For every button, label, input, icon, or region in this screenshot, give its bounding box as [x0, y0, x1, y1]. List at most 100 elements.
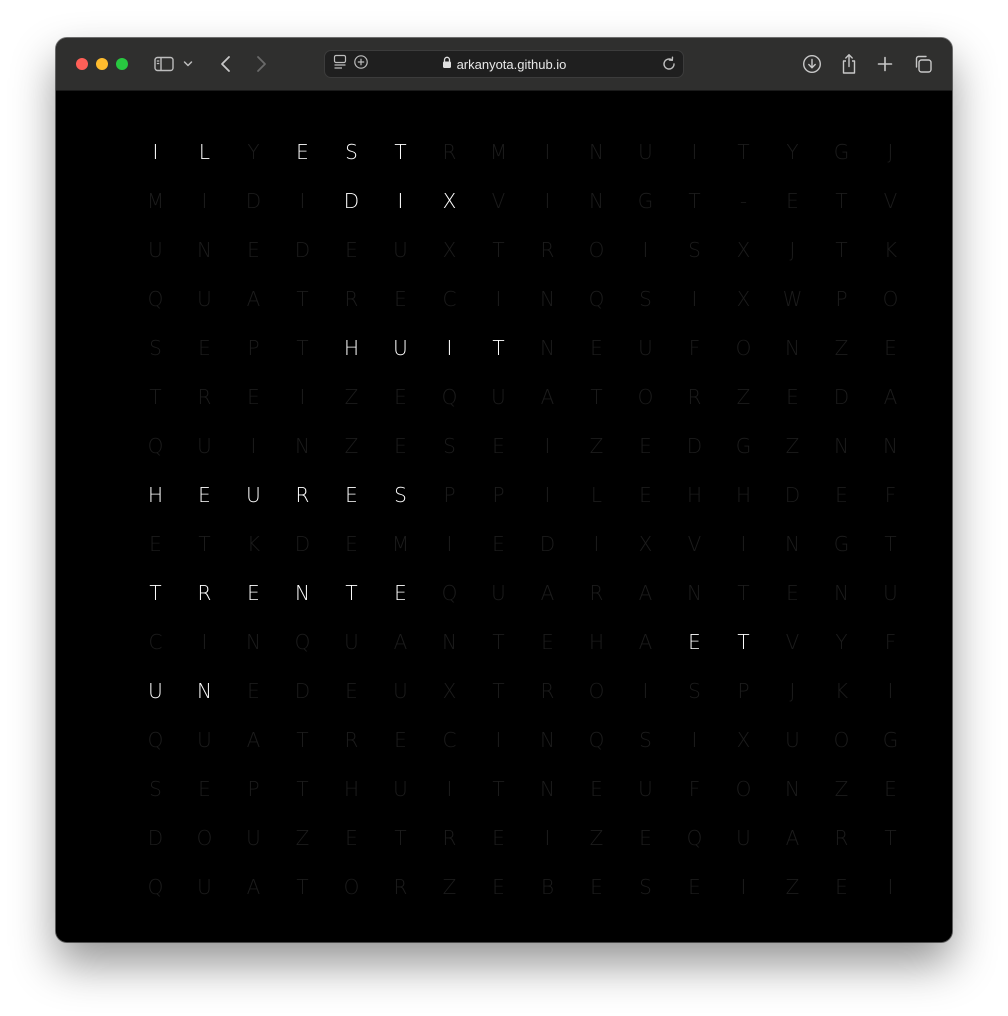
clock-letter: K [246, 531, 261, 556]
zoom-window-button[interactable] [116, 58, 128, 70]
reload-icon[interactable] [660, 55, 678, 78]
plus-icon[interactable] [873, 52, 897, 76]
clock-letter: T [688, 188, 701, 213]
clock-letter: I [201, 188, 208, 213]
clock-letter: E [492, 825, 505, 850]
sidebar-icon[interactable] [152, 52, 176, 76]
clock-letter: E [786, 384, 799, 409]
clock-letter: D [833, 384, 850, 409]
back-icon[interactable] [214, 52, 238, 76]
clock-letter: Z [589, 825, 604, 850]
clock-letter: O [196, 825, 213, 850]
address-bar[interactable]: arkanyota.github.io [324, 50, 684, 78]
clock-letter: Q [147, 286, 164, 311]
clock-letter: U [785, 727, 800, 752]
chevron-down-icon[interactable] [180, 52, 196, 76]
clock-letter: E [247, 678, 260, 703]
clock-letter: I [299, 384, 306, 409]
clock-letter: Z [442, 874, 457, 899]
clock-letter: W [782, 286, 803, 311]
clock-letter: E [639, 433, 652, 458]
clock-letter: G [833, 531, 850, 556]
clock-letter-lit: T [149, 580, 162, 605]
clock-letter-lit: S [394, 482, 407, 507]
clock-letter: M [489, 139, 508, 164]
clock-letter: O [735, 335, 752, 360]
clock-letter: N [785, 776, 800, 801]
clock-letter: T [884, 825, 897, 850]
clock-letter: A [883, 384, 898, 409]
clock-letter: U [638, 139, 653, 164]
clock-letter: E [884, 335, 897, 360]
clock-letter: E [590, 335, 603, 360]
word-clock-grid: ILYESTRMINUITYGJMIDIDIXVINGT-ETVUNEDEUXT… [131, 127, 915, 911]
clock-letter-lit: E [247, 580, 260, 605]
download-icon[interactable] [800, 52, 824, 76]
clock-letter: G [735, 433, 752, 458]
clock-letter: Z [834, 776, 849, 801]
clock-letter: T [492, 629, 505, 654]
clock-letter: I [446, 531, 453, 556]
clock-letter: E [835, 482, 848, 507]
clock-letter: X [736, 237, 751, 262]
clock-letter: G [882, 727, 899, 752]
clock-letter: E [247, 237, 260, 262]
clock-letter: R [834, 825, 849, 850]
clock-letter-lit: E [296, 139, 309, 164]
clock-letter: J [887, 139, 894, 164]
clock-letter-lit: H [147, 482, 164, 507]
close-window-button[interactable] [76, 58, 88, 70]
clock-letter: Y [786, 139, 799, 164]
url-text[interactable]: arkanyota.github.io [457, 57, 567, 72]
clock-letter: E [345, 237, 358, 262]
clock-letter: N [540, 776, 555, 801]
clock-letter: E [345, 531, 358, 556]
clock-letter-lit: E [688, 629, 701, 654]
clock-letter-lit: U [393, 335, 408, 360]
clock-letter: U [736, 825, 751, 850]
clock-letter: T [835, 237, 848, 262]
clock-letter: I [250, 433, 257, 458]
clock-letter: A [540, 580, 555, 605]
clock-letter: D [294, 237, 311, 262]
clock-letter: S [149, 776, 162, 801]
clock-letter: Z [785, 874, 800, 899]
clock-letter-lit: E [345, 482, 358, 507]
clock-letter: E [345, 825, 358, 850]
clock-letter: F [688, 776, 701, 801]
clock-letter-lit: R [197, 580, 212, 605]
clock-letter: C [442, 727, 457, 752]
tabs-icon[interactable] [911, 52, 935, 76]
clock-letter: E [394, 384, 407, 409]
clock-letter: T [296, 776, 309, 801]
clock-letter: E [394, 727, 407, 752]
clock-letter: B [540, 874, 555, 899]
clock-letter: E [198, 335, 211, 360]
clock-letter-lit: U [246, 482, 261, 507]
clock-letter: F [884, 629, 897, 654]
clock-letter: N [834, 433, 849, 458]
clock-letter: U [197, 433, 212, 458]
clock-letter-lit: R [295, 482, 310, 507]
clock-letter: N [442, 629, 457, 654]
clock-letter: I [691, 727, 698, 752]
clock-letter: Q [147, 874, 164, 899]
clock-letter: E [345, 678, 358, 703]
clock-letter: R [197, 384, 212, 409]
clock-letter: A [638, 580, 653, 605]
clock-letter: F [688, 335, 701, 360]
clock-letter-lit: S [345, 139, 358, 164]
share-icon[interactable] [837, 52, 861, 76]
clock-letter: N [589, 188, 604, 213]
clock-letter: S [149, 335, 162, 360]
clock-letter: T [492, 678, 505, 703]
clock-letter: E [590, 776, 603, 801]
clock-letter: E [394, 433, 407, 458]
clock-letter: G [637, 188, 654, 213]
clock-letter: N [687, 580, 702, 605]
clock-letter: N [785, 531, 800, 556]
clock-letter: D [294, 531, 311, 556]
minimize-window-button[interactable] [96, 58, 108, 70]
forward-icon[interactable] [249, 52, 273, 76]
clock-letter: O [588, 237, 605, 262]
